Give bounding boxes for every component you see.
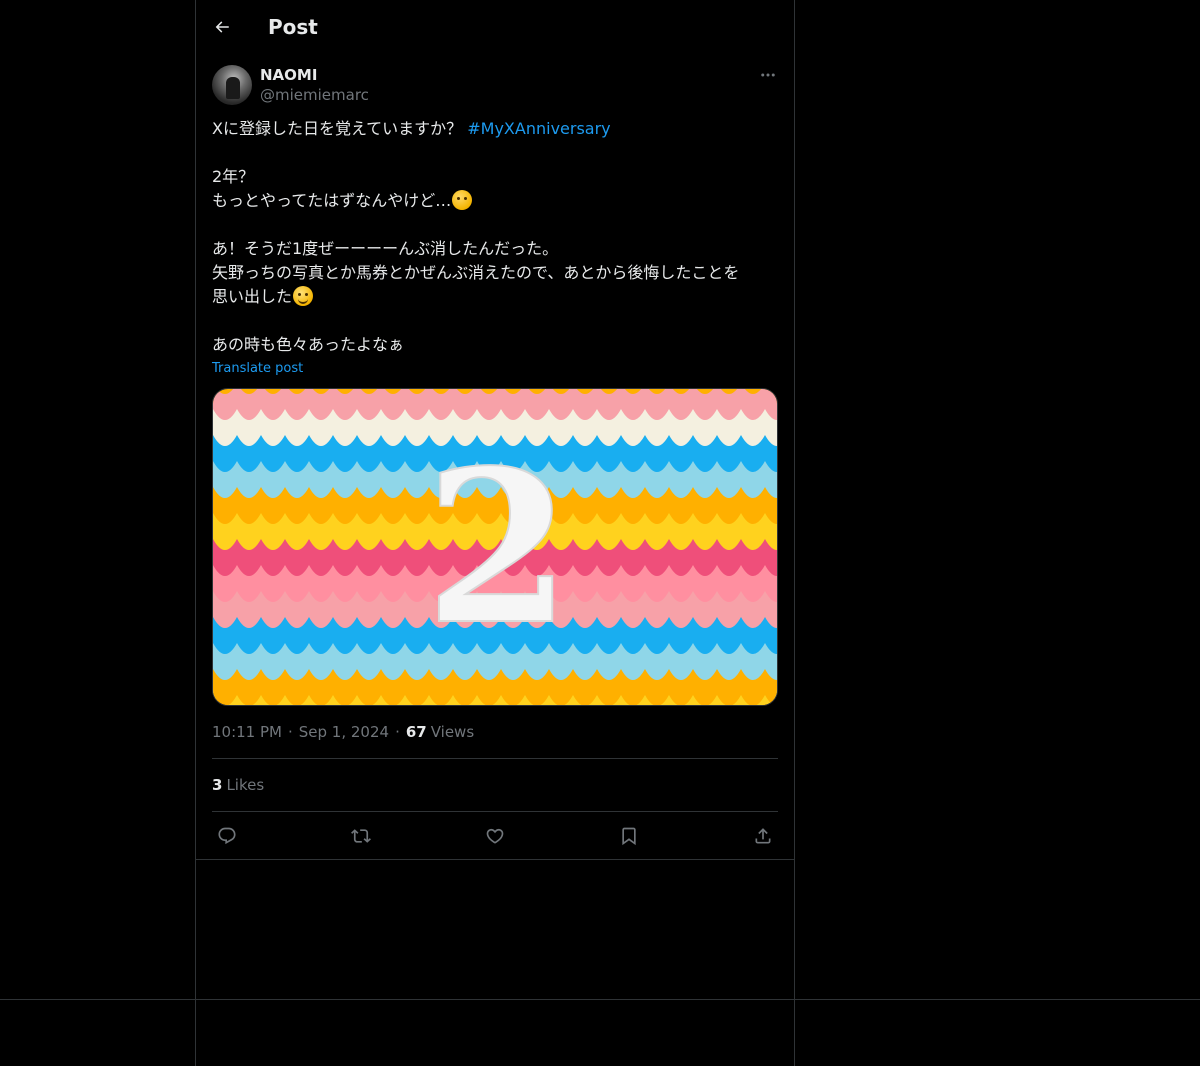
post-line-empty (212, 309, 778, 333)
grinning-sweat-emoji (293, 286, 314, 306)
page: Post NAOMI @miemiemarc Xに登録した日を覚えていますか？ … (0, 0, 1200, 1066)
page-header: Post (196, 0, 794, 53)
avatar-figure (226, 77, 240, 99)
post-date[interactable]: Sep 1, 2024 (299, 722, 389, 742)
repost-button[interactable] (350, 825, 372, 847)
post-line: Xに登録した日を覚えていますか？ #MyXAnniversary (212, 117, 778, 141)
post: NAOMI @miemiemarc Xに登録した日を覚えていますか？ #MyXA… (196, 65, 794, 860)
share-button[interactable] (752, 825, 774, 847)
repost-icon (351, 828, 371, 843)
number-two-graphic: 2 (424, 423, 572, 672)
post-bottom-border (196, 859, 794, 860)
more-options-button[interactable] (758, 65, 778, 85)
anniversary-image: 2 (213, 389, 777, 705)
author-row: NAOMI @miemiemarc (212, 65, 778, 105)
likes-count: 3 (212, 776, 223, 794)
bottom-divider (0, 999, 1200, 1000)
hashtag-link[interactable]: #MyXAnniversary (467, 119, 610, 138)
views-count: 67 (405, 723, 427, 741)
post-line-empty (212, 141, 778, 165)
post-media-image[interactable]: 2 (212, 388, 778, 706)
arrow-left-icon (215, 20, 229, 33)
like-button[interactable] (484, 825, 506, 847)
post-line: あ！そうだ1度ぜーーーーんぶ消したんだった。 (212, 239, 559, 258)
translate-post-link[interactable]: Translate post (212, 361, 303, 376)
share-icon (755, 827, 771, 843)
post-line: 2年？ (212, 167, 255, 186)
post-line-empty (212, 213, 778, 237)
author-handle[interactable]: @miemiemarc (260, 85, 369, 105)
action-bar (212, 812, 778, 859)
post-line-text: Xに登録した日を覚えていますか？ (212, 119, 468, 138)
likes-row[interactable]: 3 Likes (212, 759, 778, 811)
page-title: Post (268, 14, 318, 39)
main-column: Post NAOMI @miemiemarc Xに登録した日を覚えていますか？ … (196, 0, 794, 860)
post-body: Xに登録した日を覚えていますか？ #MyXAnniversary 2年？ もっと… (212, 117, 778, 357)
meta-separator: · (395, 723, 400, 741)
post-line: 思い出した (212, 285, 778, 309)
post-line: 矢野っちの写真とか馬券とかぜんぶ消えたので、あとから後悔したことを (212, 263, 740, 282)
reply-button[interactable] (216, 825, 238, 847)
svg-text:2: 2 (425, 424, 571, 671)
more-horizontal-icon (761, 73, 775, 77)
likes-label: Likes (226, 776, 265, 794)
bookmark-button[interactable] (618, 825, 640, 847)
author-name[interactable]: NAOMI (260, 65, 369, 85)
avatar[interactable] (212, 65, 252, 105)
meta-separator: · (287, 723, 293, 741)
post-line: もっとやってたはずなんやけど… (212, 189, 778, 213)
reply-icon (218, 827, 236, 844)
author-info: NAOMI @miemiemarc (260, 65, 369, 105)
right-column-border (794, 0, 795, 1066)
back-button[interactable] (212, 17, 232, 37)
thinking-face-emoji (452, 190, 473, 210)
post-meta: 10:11 PM · Sep 1, 2024 · 67 Views (212, 722, 778, 742)
heart-icon (486, 828, 504, 844)
post-line-text: 思い出した (212, 287, 293, 306)
views-label: Views (430, 723, 475, 741)
post-line: あの時も色々あったよなぁ (212, 335, 405, 354)
bookmark-icon (622, 827, 636, 845)
post-line-text: もっとやってたはずなんやけど… (212, 191, 452, 210)
post-time[interactable]: 10:11 PM (212, 722, 282, 742)
